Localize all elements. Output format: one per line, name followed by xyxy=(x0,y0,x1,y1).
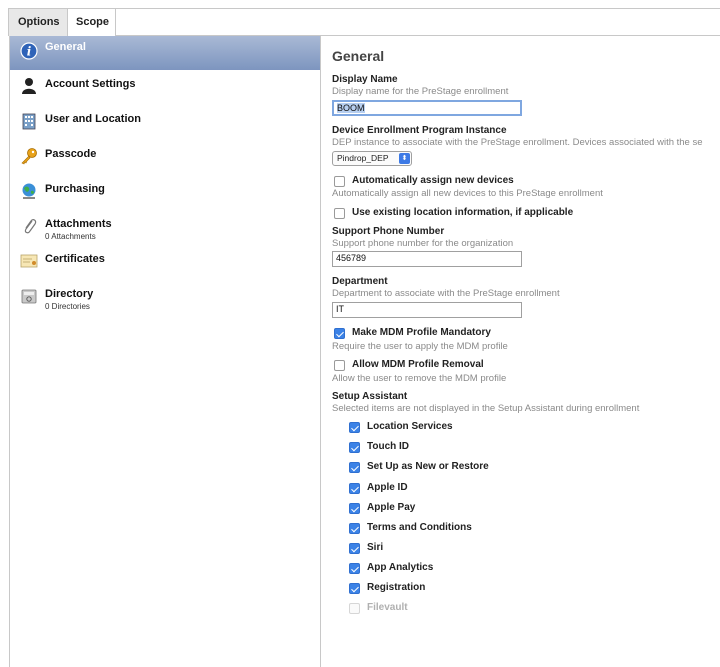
setup-item-label: Apple Pay xyxy=(367,502,416,513)
sidebar-item-general[interactable]: i General xyxy=(10,36,320,70)
support-phone-description: Support phone number for the organizatio… xyxy=(332,238,514,249)
setup-assistant-label: Setup Assistant xyxy=(332,391,408,402)
sidebar-item-attachments[interactable]: Attachments 0 Attachments xyxy=(10,211,320,245)
sidebar-item-label: Directory xyxy=(45,288,94,300)
department-description: Department to associate with the PreStag… xyxy=(332,288,560,299)
auto-assign-checkbox[interactable] xyxy=(334,176,345,187)
mdm-removal-label: Allow MDM Profile Removal xyxy=(352,359,484,370)
setup-item-checkbox xyxy=(349,603,360,614)
dep-instance-select[interactable]: Pindrop_DEP ⬍ xyxy=(332,151,412,166)
setup-item-checkbox[interactable] xyxy=(349,483,360,494)
sidebar-item-label: Account Settings xyxy=(45,78,136,90)
building-icon xyxy=(22,113,36,130)
department-label: Department xyxy=(332,276,388,287)
tab-options[interactable]: Options xyxy=(9,9,68,36)
sidebar-item-label: Purchasing xyxy=(45,183,105,195)
sidebar: i General Account Settings User and Loca… xyxy=(9,36,321,667)
tab-bar: Options Scope xyxy=(8,8,720,36)
department-value: IT xyxy=(336,304,344,314)
setup-item-label: Filevault xyxy=(367,602,408,613)
setup-item-checkbox[interactable] xyxy=(349,543,360,554)
svg-text:i: i xyxy=(27,45,32,59)
auto-assign-description: Automatically assign all new devices to … xyxy=(332,188,603,199)
sidebar-item-sublabel: 0 Directories xyxy=(45,302,90,311)
sidebar-item-label: User and Location xyxy=(45,113,141,125)
setup-item-checkbox[interactable] xyxy=(349,523,360,534)
sidebar-item-label: Certificates xyxy=(45,253,105,265)
mdm-mandatory-description: Require the user to apply the MDM profil… xyxy=(332,341,508,352)
sidebar-item-sublabel: 0 Attachments xyxy=(45,232,96,241)
sidebar-item-label: Attachments xyxy=(45,218,112,230)
certificate-icon xyxy=(20,254,38,268)
page-title: General xyxy=(332,48,385,64)
setup-item-label: Location Services xyxy=(367,421,453,432)
dep-instance-label: Device Enrollment Program Instance xyxy=(332,125,507,136)
support-phone-label: Support Phone Number xyxy=(332,226,445,237)
sidebar-item-passcode[interactable]: Passcode xyxy=(10,141,320,175)
display-name-input[interactable]: BOOM xyxy=(332,100,522,116)
globe-icon xyxy=(22,183,36,199)
paperclip-icon xyxy=(24,219,37,234)
sidebar-item-certificates[interactable]: Certificates xyxy=(10,246,320,280)
setup-item-label: App Analytics xyxy=(367,562,434,573)
setup-item-label: Touch ID xyxy=(367,441,410,452)
display-name-description: Display name for the PreStage enrollment xyxy=(332,86,509,97)
setup-assistant-description: Selected items are not displayed in the … xyxy=(332,403,640,414)
sidebar-item-label: General xyxy=(45,41,86,53)
mdm-mandatory-label: Make MDM Profile Mandatory xyxy=(352,327,491,338)
setup-item-checkbox[interactable] xyxy=(349,422,360,433)
setup-item-label: Registration xyxy=(367,582,426,593)
key-icon xyxy=(21,148,37,165)
sidebar-item-purchasing[interactable]: Purchasing xyxy=(10,176,320,210)
sidebar-item-directory[interactable]: Directory 0 Directories xyxy=(10,281,320,315)
dep-instance-description: DEP instance to associate with the PreSt… xyxy=(332,137,703,148)
sidebar-item-account-settings[interactable]: Account Settings xyxy=(10,71,320,105)
setup-item-checkbox[interactable] xyxy=(349,503,360,514)
setup-item-checkbox[interactable] xyxy=(349,462,360,473)
dep-instance-value: Pindrop_DEP xyxy=(337,153,389,163)
support-phone-value: 456789 xyxy=(336,253,367,263)
display-name-value: BOOM xyxy=(337,103,365,113)
setup-item-label: Set Up as New or Restore xyxy=(367,461,489,472)
department-input[interactable]: IT xyxy=(332,302,522,318)
sidebar-item-user-and-location[interactable]: User and Location xyxy=(10,106,320,140)
info-icon: i xyxy=(20,42,38,60)
mdm-removal-checkbox[interactable] xyxy=(334,360,345,371)
directory-icon xyxy=(21,289,37,304)
support-phone-input[interactable]: 456789 xyxy=(332,251,522,267)
mdm-removal-description: Allow the user to remove the MDM profile xyxy=(332,373,507,384)
tab-scope[interactable]: Scope xyxy=(68,9,116,36)
existing-location-label: Use existing location information, if ap… xyxy=(352,207,574,218)
existing-location-checkbox[interactable] xyxy=(334,208,345,219)
general-settings-panel: General Display Name Display name for th… xyxy=(332,36,720,667)
setup-item-label: Terms and Conditions xyxy=(367,522,472,533)
setup-item-label: Siri xyxy=(367,542,384,553)
setup-item-label: Apple ID xyxy=(367,482,408,493)
user-icon xyxy=(22,78,36,94)
display-name-label: Display Name xyxy=(332,74,398,85)
select-arrows-icon: ⬍ xyxy=(399,153,410,164)
setup-item-checkbox[interactable] xyxy=(349,442,360,453)
setup-item-checkbox[interactable] xyxy=(349,563,360,574)
mdm-mandatory-checkbox[interactable] xyxy=(334,328,345,339)
sidebar-item-label: Passcode xyxy=(45,148,97,160)
setup-item-checkbox[interactable] xyxy=(349,583,360,594)
auto-assign-label: Automatically assign new devices xyxy=(352,175,514,186)
